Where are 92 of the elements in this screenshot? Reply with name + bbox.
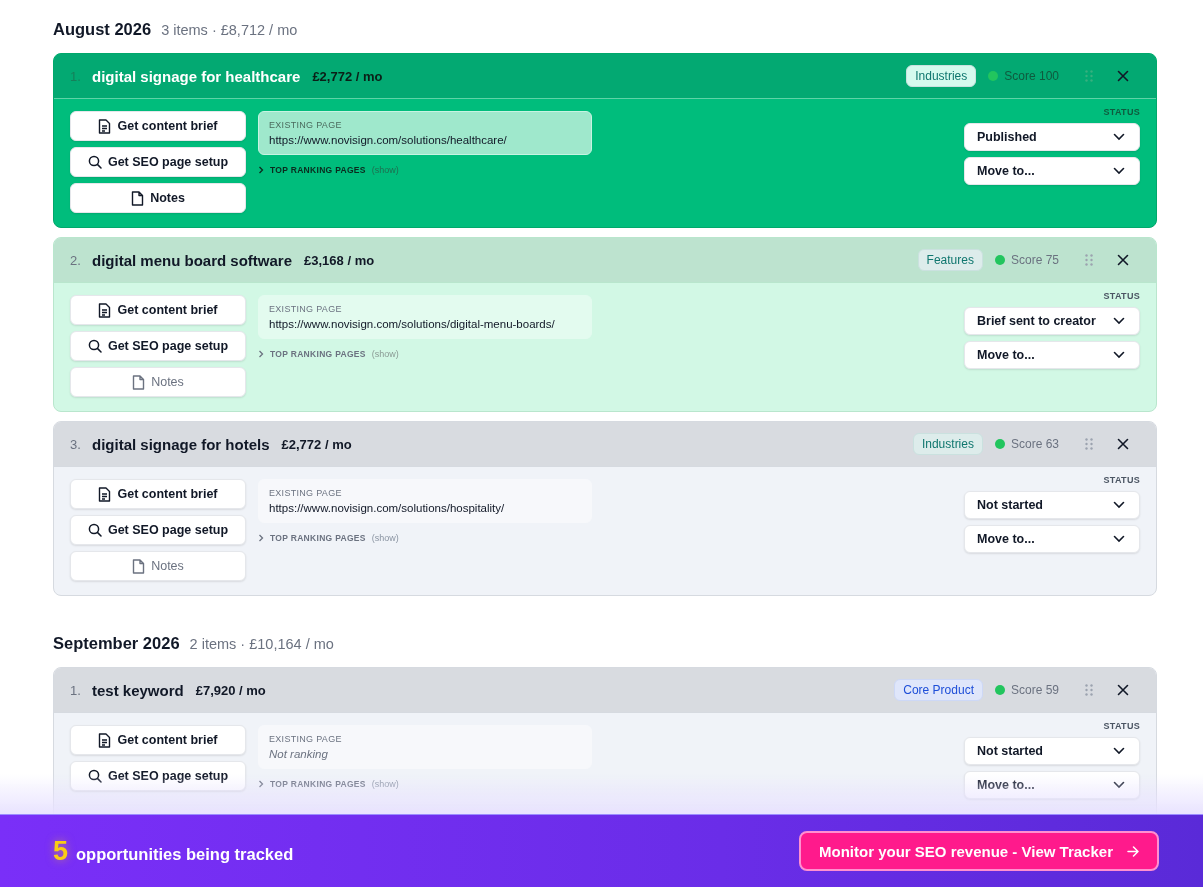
move-to-dropdown[interactable]: Move to... [964, 341, 1140, 369]
keyword-title: test keyword [92, 681, 184, 699]
item-number: 2. [70, 252, 82, 268]
content-brief-button[interactable]: Get content brief [70, 479, 246, 509]
chevron-down-icon [1113, 781, 1125, 789]
chevron-down-icon [1113, 133, 1125, 141]
item-number: 1. [70, 682, 82, 698]
opportunity-count: 5 [53, 835, 69, 867]
month-title: September 2026 [53, 634, 180, 653]
category-tag: Industries [906, 65, 977, 87]
drag-handle-icon[interactable] [1085, 684, 1093, 696]
existing-page-label: EXISTING PAGE [269, 488, 343, 498]
month-summary: 3 items · £8,712 / mo [161, 22, 298, 38]
chevron-down-icon [1113, 535, 1125, 543]
view-tracker-button[interactable]: Monitor your SEO revenue - View Tracker [799, 831, 1159, 871]
score-label: Score 59 [1010, 683, 1059, 697]
move-to-dropdown[interactable]: Move to... [964, 157, 1140, 185]
document-icon [98, 486, 112, 502]
existing-page-url: https://www.novisign.com/solutions/hospitality/ [269, 502, 506, 514]
monthly-value: £7,920 / mo [195, 682, 266, 698]
existing-page-url: https://www.novisign.com/solutions/healthcare/ [269, 134, 508, 146]
top-ranking-toggle[interactable]: TOP RANKING PAGES [270, 349, 366, 359]
existing-page-label: EXISTING PAGE [269, 734, 343, 744]
document-icon [98, 118, 112, 134]
notes-button[interactable]: Notes [70, 551, 246, 581]
chevron-right-icon [258, 350, 264, 358]
arrow-right-icon [1127, 845, 1139, 857]
drag-handle-icon[interactable] [1085, 438, 1093, 450]
content-brief-button[interactable]: Get content brief [70, 111, 246, 141]
top-ranking-toggle[interactable]: TOP RANKING PAGES [270, 533, 366, 543]
existing-page-label: EXISTING PAGE [269, 304, 343, 314]
category-tag: Industries [912, 433, 983, 455]
month-summary: 2 items · £10,164 / mo [189, 636, 334, 652]
document-icon [98, 732, 112, 748]
status-label: STATUS [1102, 475, 1140, 485]
chevron-down-icon [1113, 501, 1125, 509]
status-label: STATUS [1102, 107, 1140, 117]
month-title: August 2026 [53, 20, 152, 39]
drag-handle-icon[interactable] [1085, 70, 1093, 82]
monthly-value: £2,772 / mo [312, 68, 383, 84]
close-icon[interactable] [1117, 438, 1129, 450]
monthly-value: £2,772 / mo [281, 436, 352, 452]
search-icon [87, 523, 102, 537]
status-dropdown[interactable]: Not started [964, 491, 1140, 519]
chevron-down-icon [1113, 351, 1125, 359]
status-dropdown[interactable]: Brief sent to creator [964, 307, 1140, 335]
search-icon [87, 155, 102, 169]
status-dropdown[interactable]: Published [964, 123, 1140, 151]
search-icon [87, 769, 102, 783]
move-to-dropdown[interactable]: Move to... [964, 771, 1140, 799]
close-icon[interactable] [1117, 254, 1129, 266]
drag-handle-icon[interactable] [1085, 254, 1093, 266]
top-ranking-toggle[interactable]: TOP RANKING PAGES [270, 165, 366, 175]
document-icon [98, 302, 112, 318]
category-tag: Core Product [894, 679, 983, 701]
status-label: STATUS [1102, 291, 1140, 301]
close-icon[interactable] [1117, 684, 1129, 696]
chevron-right-icon [258, 166, 264, 174]
keyword-title: digital signage for healthcare [92, 67, 301, 85]
chevron-down-icon [1113, 167, 1125, 175]
seo-setup-button[interactable]: Get SEO page setup [70, 761, 246, 791]
chevron-right-icon [258, 780, 264, 788]
item-number: 3. [70, 436, 82, 452]
seo-setup-button[interactable]: Get SEO page setup [70, 147, 246, 177]
keyword-title: digital signage for hotels [92, 435, 270, 453]
keyword-title: digital menu board software [92, 251, 293, 269]
seo-setup-button[interactable]: Get SEO page setup [70, 515, 246, 545]
chevron-right-icon [258, 534, 264, 542]
existing-page-url: Not ranking [269, 748, 329, 760]
status-dropdown[interactable]: Not started [964, 737, 1140, 765]
content-brief-button[interactable]: Get content brief [70, 725, 246, 755]
existing-page-label: EXISTING PAGE [269, 120, 343, 130]
search-icon [87, 339, 102, 353]
monthly-value: £3,168 / mo [304, 252, 375, 268]
seo-setup-button[interactable]: Get SEO page setup [70, 331, 246, 361]
move-to-dropdown[interactable]: Move to... [964, 525, 1140, 553]
status-label: STATUS [1102, 721, 1140, 731]
page-icon [132, 558, 146, 574]
score-label: Score 100 [1004, 69, 1059, 83]
notes-button[interactable]: Notes [70, 183, 246, 213]
score-label: Score 75 [1010, 253, 1059, 267]
score-label: Score 63 [1010, 437, 1059, 451]
chevron-down-icon [1113, 747, 1125, 755]
chevron-down-icon [1113, 317, 1125, 325]
existing-page-url: https://www.novisign.com/solutions/digital-menu-boards/ [269, 318, 556, 330]
page-icon [132, 374, 146, 390]
footer-label: opportunities being tracked [76, 844, 294, 864]
category-tag: Features [917, 249, 983, 271]
page-icon [131, 190, 145, 206]
notes-button[interactable]: Notes [70, 367, 246, 397]
content-brief-button[interactable]: Get content brief [70, 295, 246, 325]
close-icon[interactable] [1117, 70, 1129, 82]
